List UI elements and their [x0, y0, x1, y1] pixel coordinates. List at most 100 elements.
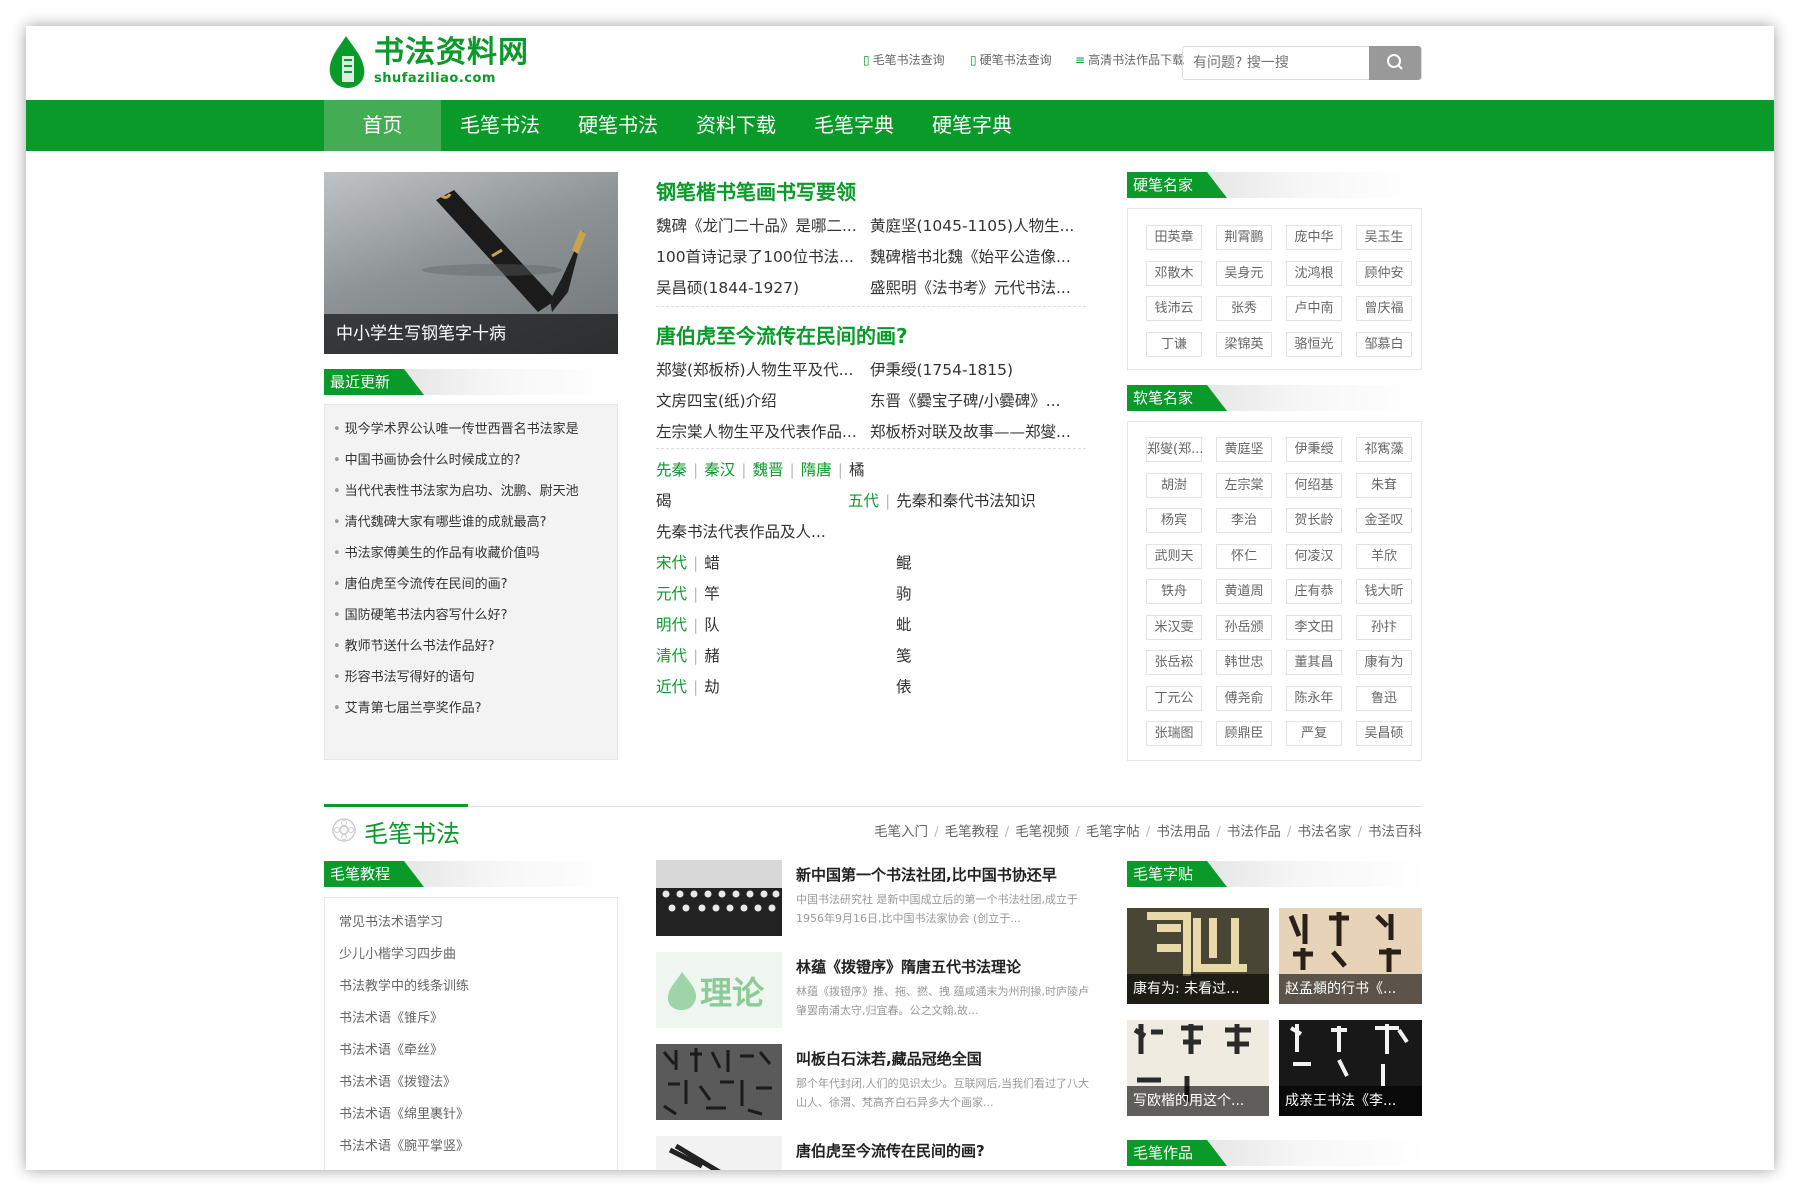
news-title[interactable]: 唐伯虎至今流传在民间的画? [796, 1140, 985, 1161]
list-item[interactable]: 书法术语《牵丝》 [339, 1039, 443, 1058]
list-item[interactable]: 书法术语《锥斥》 [339, 1007, 443, 1026]
master-tag[interactable]: 庞中华 [1286, 225, 1342, 250]
master-tag[interactable]: 怀仁 [1216, 543, 1272, 569]
article-link[interactable]: 文房四宝(纸)介绍 [656, 389, 777, 411]
tab-link[interactable]: 书法作品 [1227, 824, 1281, 840]
master-tag[interactable]: 骆恒光 [1286, 331, 1342, 357]
char-link[interactable]: 蚍 [896, 613, 912, 635]
master-tag[interactable]: 钱大昕 [1356, 579, 1412, 604]
master-tag[interactable]: 杨宾 [1146, 508, 1202, 533]
master-tag[interactable]: 孙抃 [1356, 614, 1412, 640]
zitie-thumbnail[interactable]: 康有为: 未看过... [1127, 908, 1269, 1004]
tab-link[interactable]: 毛笔入门 [874, 824, 928, 840]
master-tag[interactable]: 吴玉生 [1356, 225, 1412, 250]
list-item[interactable]: • 清代魏碑大家有哪些谁的成就最高? [333, 511, 547, 530]
tab-link[interactable]: 毛笔视频 [1015, 824, 1069, 840]
dynasty-link[interactable]: 秦汉 [704, 461, 735, 479]
master-tag[interactable]: 左宗棠 [1216, 472, 1272, 498]
article-link[interactable]: 郑燮(郑板桥)人物生平及代... [656, 358, 853, 380]
article-link[interactable]: 东晋《爨宝子碑/小爨碑》... [870, 389, 1061, 411]
list-item[interactable]: 常见书法术语学习 [339, 911, 443, 930]
tab-link[interactable]: 毛笔字帖 [1086, 824, 1140, 840]
master-tag[interactable]: 贺长龄 [1286, 508, 1342, 533]
master-tag[interactable]: 金圣叹 [1356, 508, 1412, 533]
header-link-maobi[interactable]: ▯ 毛笔书法查询 [863, 51, 945, 68]
master-tag[interactable]: 黄道周 [1216, 579, 1272, 604]
list-item[interactable]: • 教师节送什么书法作品好? [333, 635, 495, 654]
master-tag[interactable]: 张瑞图 [1146, 721, 1202, 746]
master-tag[interactable]: 李文田 [1286, 614, 1342, 640]
char-link[interactable]: 鲲 [896, 551, 912, 573]
news-thumbnail[interactable] [656, 860, 782, 936]
article-link[interactable]: 先秦书法代表作品及人... [656, 520, 826, 542]
master-tag[interactable]: 郑燮(郑... [1146, 437, 1203, 462]
char-link[interactable]: 队 [704, 616, 720, 634]
master-tag[interactable]: 伊秉绶 [1286, 437, 1342, 462]
list-item[interactable]: 书法术语《绵里裹针》 [339, 1103, 469, 1122]
master-tag[interactable]: 张秀 [1216, 296, 1272, 321]
news-thumbnail[interactable] [656, 1044, 782, 1120]
master-tag[interactable]: 严复 [1286, 721, 1342, 746]
list-item[interactable]: • 唐伯虎至今流传在民间的画? [333, 573, 508, 592]
master-tag[interactable]: 梁锦英 [1216, 331, 1272, 357]
article-link[interactable]: 100首诗记录了100位书法... [656, 245, 854, 267]
list-item[interactable]: 书法教学中的线条训练 [339, 975, 469, 994]
tab-link[interactable]: 书法名家 [1297, 824, 1351, 840]
master-tag[interactable]: 康有为 [1356, 650, 1412, 675]
master-tag[interactable]: 荆霄鹏 [1216, 225, 1272, 250]
master-tag[interactable]: 米汉雯 [1146, 614, 1202, 640]
master-tag[interactable]: 丁谦 [1146, 331, 1202, 357]
char-link[interactable]: 笺 [896, 644, 912, 666]
master-tag[interactable]: 沈鸿根 [1286, 260, 1342, 286]
master-tag[interactable]: 曾庆福 [1356, 296, 1412, 321]
article-link[interactable]: 魏碑楷书北魏《始平公造像... [870, 245, 1071, 267]
master-tag[interactable]: 铁舟 [1146, 579, 1202, 604]
article-link[interactable]: 盛熙明《法书考》元代书法... [870, 276, 1071, 298]
dynasty-link[interactable]: 清代 [656, 647, 687, 665]
char-link[interactable]: 蜡 [704, 554, 720, 572]
list-item[interactable]: • 艾青第七届兰亭奖作品? [333, 697, 482, 716]
char-link[interactable]: 橘 [849, 461, 865, 479]
master-tag[interactable]: 卢中南 [1286, 296, 1342, 321]
master-tag[interactable]: 孙岳颁 [1216, 614, 1272, 640]
dynasty-link[interactable]: 元代 [656, 585, 687, 603]
master-tag[interactable]: 何绍基 [1286, 472, 1342, 498]
char-link[interactable]: 驹 [896, 582, 912, 604]
master-tag[interactable]: 黄庭坚 [1216, 437, 1272, 462]
master-tag[interactable]: 何凌汉 [1286, 543, 1342, 569]
list-item[interactable]: • 形容书法写得好的语句 [333, 666, 475, 685]
master-tag[interactable]: 羊欣 [1356, 543, 1412, 569]
list-item[interactable]: • 书法家傅美生的作品有收藏价值吗 [333, 542, 540, 561]
article-link[interactable]: 先秦和秦代书法知识 [896, 492, 1036, 510]
dynasty-link[interactable]: 先秦 [656, 461, 687, 479]
char-link[interactable]: 碣 [656, 489, 672, 511]
master-tag[interactable]: 庄有恭 [1286, 579, 1342, 604]
search-button[interactable] [1369, 46, 1421, 80]
dynasty-link[interactable]: 近代 [656, 678, 687, 696]
master-tag[interactable]: 鲁迅 [1356, 685, 1412, 711]
master-tag[interactable]: 陈永年 [1286, 685, 1342, 711]
article-link[interactable]: 伊秉绶(1754-1815) [870, 358, 1013, 380]
article-link[interactable]: 吴昌硕(1844-1927) [656, 276, 799, 298]
news-title[interactable]: 叫板白石沫若,藏品冠绝全国 [796, 1048, 982, 1069]
master-tag[interactable]: 吴昌硕 [1356, 721, 1412, 746]
dynasty-link[interactable]: 宋代 [656, 554, 687, 572]
master-tag[interactable]: 邹慕白 [1356, 331, 1412, 357]
header-link-download[interactable]: ≡ 高清书法作品下载 [1075, 51, 1184, 68]
news-thumbnail[interactable] [656, 1136, 782, 1170]
tab-link[interactable]: 书法用品 [1156, 824, 1210, 840]
master-tag[interactable]: 傅尧俞 [1216, 685, 1272, 711]
master-tag[interactable]: 董其昌 [1286, 650, 1342, 675]
master-tag[interactable]: 田英章 [1146, 225, 1202, 250]
article-link[interactable]: 黄庭坚(1045-1105)人物生... [870, 214, 1074, 236]
master-tag[interactable]: 邓散木 [1146, 260, 1202, 286]
list-item[interactable]: 书法术语《腕平掌竖》 [339, 1135, 469, 1154]
article-link[interactable]: 魏碑《龙门二十品》是哪二... [656, 214, 857, 236]
list-item[interactable]: • 当代代表性书法家为启功、沈鹏、尉天池 [333, 480, 579, 499]
master-tag[interactable]: 顾鼎臣 [1216, 721, 1272, 746]
master-tag[interactable]: 顾仲安 [1356, 260, 1412, 286]
hero-image[interactable]: 中小学生写钢笔字十病 [324, 172, 618, 354]
char-link[interactable]: 竿 [704, 585, 720, 603]
list-item[interactable]: • 国防硬笔书法内容写什么好? [333, 604, 508, 623]
list-item[interactable]: • 现今学术界公认唯一传世西晋名书法家是 [333, 418, 579, 437]
